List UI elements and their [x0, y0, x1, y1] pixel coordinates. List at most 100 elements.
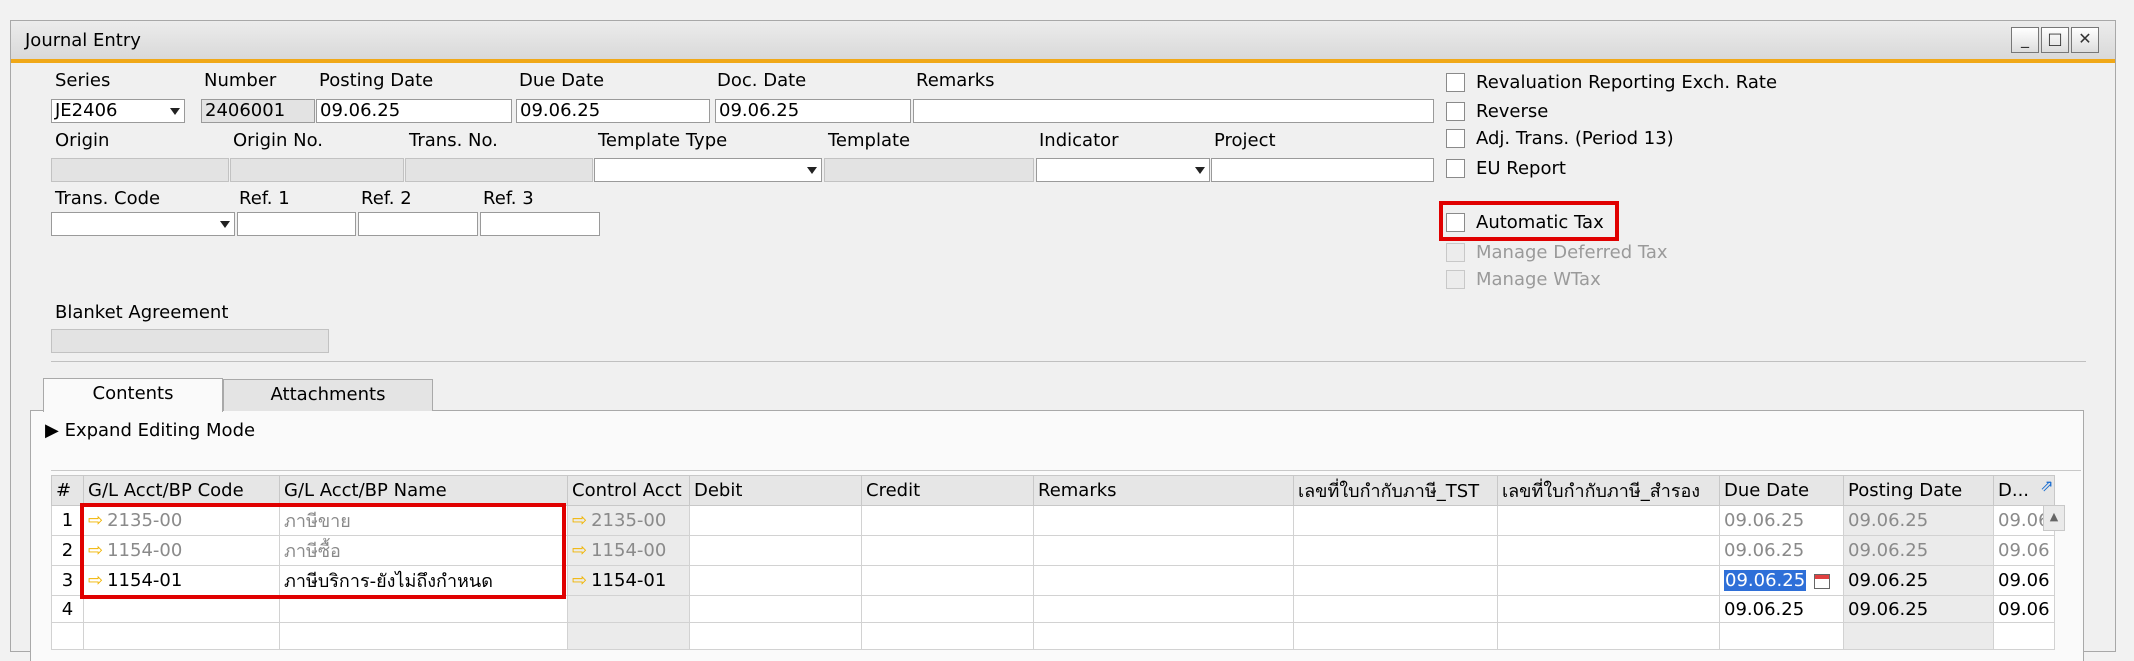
- credit-cell[interactable]: [861, 565, 1034, 596]
- adj-trans-checkbox[interactable]: [1446, 129, 1465, 148]
- doc-date-field[interactable]: 09.06.25: [715, 99, 911, 123]
- trans-code-dropdown[interactable]: [51, 212, 235, 236]
- tax-invoice-tst-cell[interactable]: [1293, 535, 1498, 566]
- column-header-remarks[interactable]: Remarks: [1033, 475, 1294, 506]
- table-row[interactable]: [51, 622, 2055, 650]
- column-header-gl-name[interactable]: G/L Acct/BP Name: [279, 475, 568, 506]
- calendar-icon[interactable]: [1814, 573, 1831, 589]
- triangle-right-icon: ▶: [45, 420, 59, 441]
- column-header-tax-invoice-reserve[interactable]: เลขที่ใบกำกับภาษี_สำรอง: [1497, 475, 1720, 506]
- minimize-icon[interactable]: _: [2011, 27, 2039, 53]
- template-type-dropdown[interactable]: [594, 158, 822, 182]
- doc-date-cell[interactable]: 09.06: [1993, 535, 2055, 566]
- due-date-cell[interactable]: 09.06.25: [1719, 535, 1844, 566]
- remarks-field[interactable]: [913, 99, 1434, 123]
- tab-contents[interactable]: Contents: [43, 378, 223, 412]
- remarks-cell[interactable]: [1033, 505, 1294, 536]
- posting-date-cell[interactable]: 09.06.25: [1843, 595, 1994, 623]
- row-number: 2: [51, 535, 84, 566]
- row-number: 1: [51, 505, 84, 536]
- control-acct-cell[interactable]: [567, 622, 690, 650]
- control-acct-cell[interactable]: ⇨ 2135-00: [567, 505, 690, 536]
- tax-invoice-reserve-cell[interactable]: [1497, 535, 1720, 566]
- grid-top-divider: [51, 470, 2081, 471]
- column-header-gl-code[interactable]: G/L Acct/BP Code: [83, 475, 280, 506]
- due-date-cell[interactable]: 09.06.25: [1719, 505, 1844, 536]
- remarks-cell[interactable]: [1033, 535, 1294, 566]
- gl-code-cell[interactable]: [83, 622, 280, 650]
- gl-code-cell[interactable]: [83, 595, 280, 623]
- debit-cell[interactable]: [689, 505, 862, 536]
- tax-invoice-reserve-cell[interactable]: [1497, 595, 1720, 623]
- ref2-field[interactable]: [358, 212, 478, 236]
- doc-date-cell[interactable]: [1993, 622, 2055, 650]
- gl-name-cell[interactable]: [279, 622, 568, 650]
- doc-date-cell[interactable]: 09.06: [1993, 565, 2055, 596]
- section-divider: [51, 361, 2086, 362]
- posting-date-cell[interactable]: 09.06.25: [1843, 565, 1994, 596]
- posting-date-cell[interactable]: 09.06.25: [1843, 505, 1994, 536]
- due-date-cell[interactable]: 09.06.25: [1719, 565, 1844, 596]
- tax-invoice-tst-cell[interactable]: [1293, 565, 1498, 596]
- debit-cell[interactable]: [689, 622, 862, 650]
- expand-columns-icon[interactable]: ⇗: [2040, 477, 2053, 496]
- link-arrow-icon[interactable]: ⇨: [572, 540, 587, 561]
- remarks-cell[interactable]: [1033, 595, 1294, 623]
- tax-invoice-tst-cell[interactable]: [1293, 622, 1498, 650]
- gl-name-cell[interactable]: [279, 595, 568, 623]
- credit-cell[interactable]: [861, 622, 1034, 650]
- chevron-down-icon: [220, 221, 230, 228]
- due-date-cell[interactable]: [1719, 622, 1844, 650]
- column-header-debit[interactable]: Debit: [689, 475, 862, 506]
- tab-attachments[interactable]: Attachments: [223, 379, 433, 411]
- revaluation-checkbox[interactable]: [1446, 73, 1465, 92]
- series-dropdown[interactable]: JE2406: [51, 99, 185, 123]
- column-header-doc-date[interactable]: D... ⇗: [1993, 475, 2055, 506]
- doc-date-cell[interactable]: 09.06: [1993, 595, 2055, 623]
- scroll-up-icon[interactable]: ▲: [2043, 505, 2065, 531]
- reverse-checkbox[interactable]: [1446, 102, 1465, 121]
- maximize-icon[interactable]: □: [2041, 27, 2069, 53]
- automatic-tax-checkbox[interactable]: [1446, 213, 1465, 232]
- column-header-due-date[interactable]: Due Date: [1719, 475, 1844, 506]
- column-header-control-acct[interactable]: Control Acct: [567, 475, 690, 506]
- remarks-cell[interactable]: [1033, 565, 1294, 596]
- control-acct-cell[interactable]: ⇨ 1154-00: [567, 535, 690, 566]
- number-field[interactable]: 2406001: [201, 99, 315, 123]
- tax-invoice-reserve-cell[interactable]: [1497, 622, 1720, 650]
- ref1-field[interactable]: [237, 212, 356, 236]
- tax-invoice-tst-cell[interactable]: [1293, 595, 1498, 623]
- link-arrow-icon[interactable]: ⇨: [572, 510, 587, 531]
- credit-cell[interactable]: [861, 505, 1034, 536]
- posting-date-cell[interactable]: 09.06.25: [1843, 535, 1994, 566]
- expand-editing-mode-toggle[interactable]: ▶ Expand Editing Mode: [45, 420, 255, 441]
- close-icon[interactable]: ✕: [2071, 27, 2099, 53]
- remarks-cell[interactable]: [1033, 622, 1294, 650]
- posting-date-field[interactable]: 09.06.25: [316, 99, 512, 123]
- link-arrow-icon[interactable]: ⇨: [572, 570, 587, 591]
- debit-cell[interactable]: [689, 595, 862, 623]
- tax-invoice-reserve-cell[interactable]: [1497, 565, 1720, 596]
- ref3-field[interactable]: [480, 212, 600, 236]
- credit-cell[interactable]: [861, 535, 1034, 566]
- column-header-posting-date[interactable]: Posting Date: [1843, 475, 1994, 506]
- debit-cell[interactable]: [689, 535, 862, 566]
- tax-invoice-tst-cell[interactable]: [1293, 505, 1498, 536]
- debit-cell[interactable]: [689, 565, 862, 596]
- control-acct-cell[interactable]: ⇨ 1154-01: [567, 565, 690, 596]
- due-date-field[interactable]: 09.06.25: [516, 99, 710, 123]
- tax-invoice-reserve-cell[interactable]: [1497, 505, 1720, 536]
- project-field[interactable]: [1211, 158, 1434, 182]
- table-row[interactable]: 4 09.06.25 09.06.25 09.06: [51, 595, 2055, 623]
- due-date-cell[interactable]: 09.06.25: [1719, 595, 1844, 623]
- indicator-dropdown[interactable]: [1036, 158, 1210, 182]
- title-bar[interactable]: Journal Entry _ □ ✕: [11, 21, 2115, 63]
- credit-cell[interactable]: [861, 595, 1034, 623]
- eu-report-checkbox[interactable]: [1446, 159, 1465, 178]
- column-header-credit[interactable]: Credit: [861, 475, 1034, 506]
- column-header-number[interactable]: #: [51, 475, 84, 506]
- column-header-tax-invoice-tst[interactable]: เลขที่ใบกำกับภาษี_TST: [1293, 475, 1498, 506]
- series-label: Series: [55, 70, 111, 91]
- posting-date-cell[interactable]: [1843, 622, 1994, 650]
- control-acct-cell[interactable]: [567, 595, 690, 623]
